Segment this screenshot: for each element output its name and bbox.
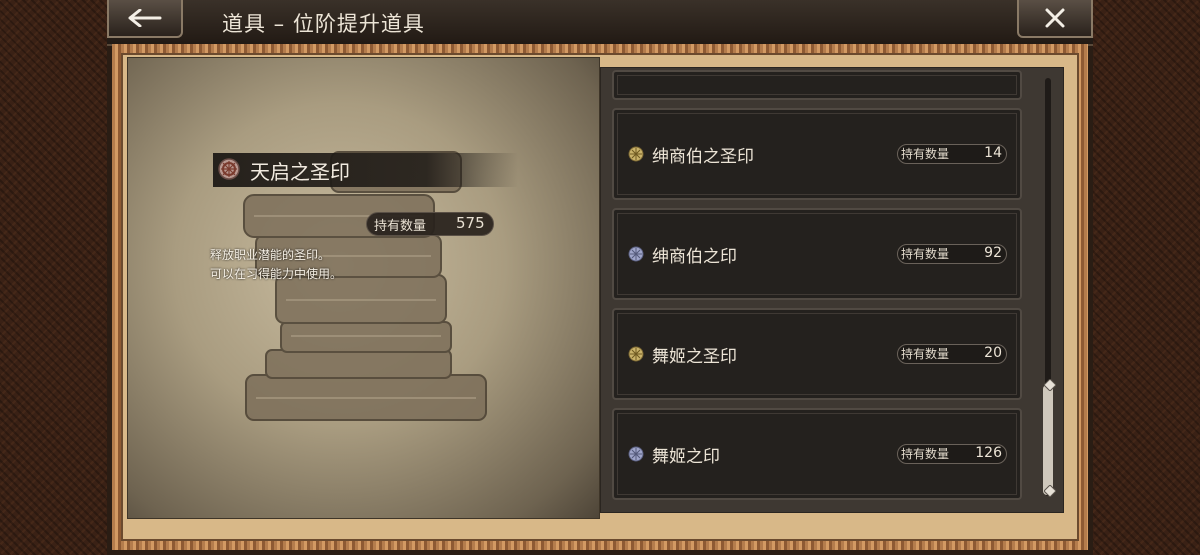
close-button[interactable] [1017, 0, 1093, 38]
back-button[interactable] [107, 0, 183, 38]
list-item-partial[interactable] [612, 70, 1022, 100]
list-item[interactable]: 舞姬之圣印 持有数量 20 [612, 308, 1022, 400]
description-line: 释放职业潜能的圣印。 [210, 248, 331, 262]
quantity-value: 14 [984, 145, 1002, 161]
quantity-value: 126 [975, 445, 1002, 461]
quantity-label: 持有数量 [901, 447, 950, 461]
item-name: 舞姬之圣印 [652, 347, 737, 367]
item-name: 天启之圣印 [250, 160, 350, 184]
quantity-value: 575 [456, 214, 485, 232]
item-name: 绅商伯之印 [652, 247, 737, 267]
quantity-value: 92 [984, 245, 1002, 261]
quantity-label: 持有数量 [901, 247, 950, 261]
gold-seal-icon [628, 346, 644, 362]
item-name: 绅商伯之圣印 [652, 147, 754, 167]
quantity-label: 持有数量 [374, 219, 427, 234]
quantity-label: 持有数量 [901, 347, 950, 361]
seal-emblem-icon [218, 158, 240, 180]
list-item[interactable]: 舞姬之印 持有数量 126 [612, 408, 1022, 500]
item-description: 释放职业潜能的圣印。 可以在习得能力中使用。 [210, 246, 342, 284]
book-stack-illustration [243, 151, 487, 421]
quantity-label: 持有数量 [901, 147, 950, 161]
scrollbar-thumb[interactable] [1043, 385, 1053, 495]
silver-seal-icon [628, 446, 644, 462]
close-x-icon [1045, 8, 1065, 28]
background-texture-left [0, 0, 110, 555]
scroll-diamond-icon [1044, 485, 1056, 497]
description-line: 可以在习得能力中使用。 [210, 267, 343, 281]
arrow-left-icon [128, 9, 162, 27]
quantity-value: 20 [984, 345, 1002, 361]
scroll-diamond-icon [1044, 379, 1056, 391]
page-title: 道具 – 位阶提升道具 [222, 12, 425, 36]
gold-seal-icon [628, 146, 644, 162]
list-item[interactable]: 绅商伯之圣印 持有数量 14 [612, 108, 1022, 200]
silver-seal-icon [628, 246, 644, 262]
list-item[interactable]: 绅商伯之印 持有数量 92 [612, 208, 1022, 300]
background-texture-right [1090, 0, 1200, 555]
item-name: 舞姬之印 [652, 447, 720, 467]
